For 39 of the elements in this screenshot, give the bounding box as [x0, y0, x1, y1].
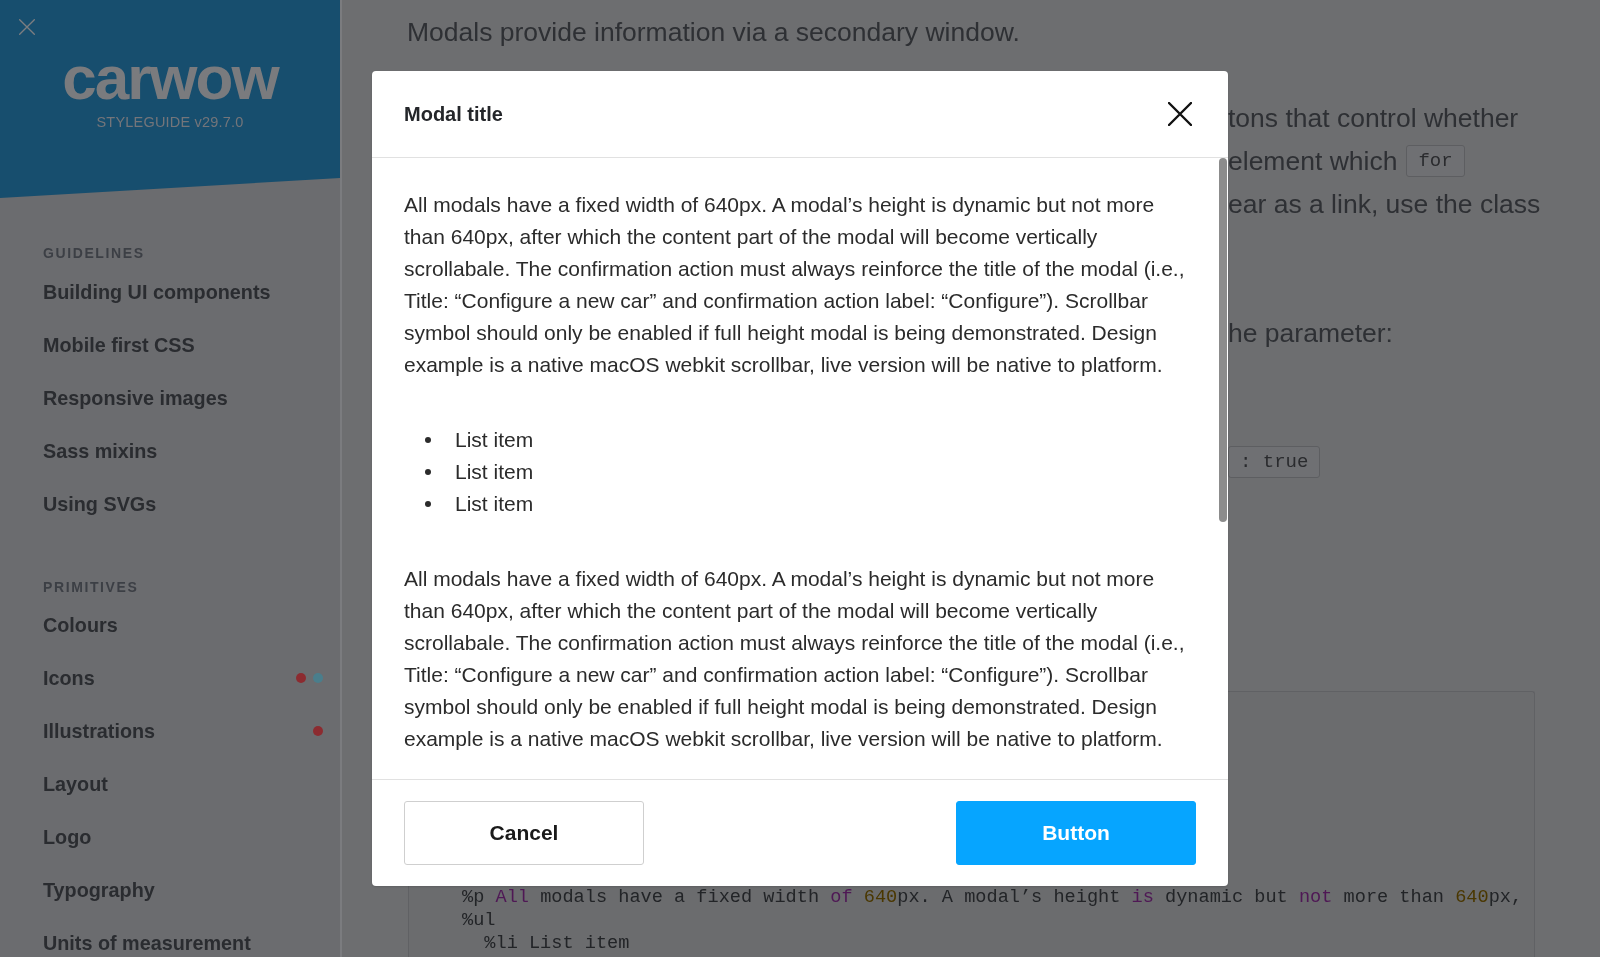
- close-icon: [19, 19, 35, 35]
- modal-title: Modal title: [404, 102, 503, 126]
- body-text: tons that control whether: [1228, 101, 1519, 134]
- sidebar-link[interactable]: Logo: [43, 825, 92, 849]
- sidebar-link[interactable]: Typography: [43, 878, 155, 902]
- inline-code: for: [1406, 144, 1465, 177]
- sidebar-link[interactable]: Building UI components: [43, 280, 271, 304]
- scrollbar-thumb[interactable]: [1219, 158, 1227, 522]
- sidebar-link[interactable]: Using SVGs: [43, 492, 157, 516]
- list-item: List item: [455, 459, 534, 485]
- intro-text: Modals provide information via a secondary window.: [407, 16, 1020, 49]
- code-line: %li List item: [483, 932, 630, 955]
- logo: carwow: [62, 47, 278, 109]
- code-line: %ul: [462, 909, 496, 932]
- code-line: %p All modals have a fixed width of 640px. A modal’s height is dynamic but not more than 640px,: [462, 886, 1523, 909]
- body-text: he parameter:: [1228, 316, 1393, 349]
- sidebar-link[interactable]: Layout: [43, 772, 108, 796]
- close-icon: [1168, 102, 1192, 126]
- close-button[interactable]: [1168, 102, 1192, 126]
- sidebar-link[interactable]: Colours: [43, 613, 118, 637]
- inline-code: : true: [1228, 445, 1321, 478]
- bullet-icon: [425, 469, 431, 475]
- primary-button[interactable]: Button: [956, 801, 1196, 865]
- sidebar-link[interactable]: Icons: [43, 666, 95, 690]
- list-item: List item: [455, 491, 534, 517]
- sidebar-link[interactable]: Sass mixins: [43, 439, 158, 463]
- list-item: List item: [455, 427, 534, 453]
- sidebar-link[interactable]: Responsive images: [43, 386, 228, 410]
- body-text: element which: [1228, 144, 1398, 177]
- modal-paragraph: All modals have a fixed width of 640px. A modal’s height is dynamic but not more than 640px, after which the content part of the modal will become vertically scrollabale. The confirmation action must always reinforce the title of the modal (i.e., Title: “Configure a new car” and confirmation action label: “Configure”). Scrollbar symbol should only be enabled if full height modal is being demonstrated. Design example is a native macOS webkit scrollbar, live version will be native to platform.: [404, 566, 1186, 752]
- cancel-button[interactable]: Cancel: [404, 801, 644, 865]
- bullet-icon: [425, 501, 431, 507]
- sidebar-link[interactable]: Illustrations: [43, 719, 156, 743]
- version-label: STYLEGUIDE v29.7.0: [96, 113, 244, 131]
- sidebar-link[interactable]: Units of measurement: [43, 931, 251, 955]
- body-text: ear as a link, use the class: [1228, 187, 1541, 220]
- modal-paragraph: All modals have a fixed width of 640px. A modal’s height is dynamic but not more than 640px, after which the content part of the modal will become vertically scrollabale. The confirmation action must always reinforce the title of the modal (i.e., Title: “Configure a new car” and confirmation action label: “Configure”). Scrollbar symbol should only be enabled if full height modal is being demonstrated. Design example is a native macOS webkit scrollbar, live version will be native to platform.: [404, 192, 1186, 378]
- sidebar-link[interactable]: Mobile first CSS: [43, 333, 195, 357]
- bullet-icon: [425, 437, 431, 443]
